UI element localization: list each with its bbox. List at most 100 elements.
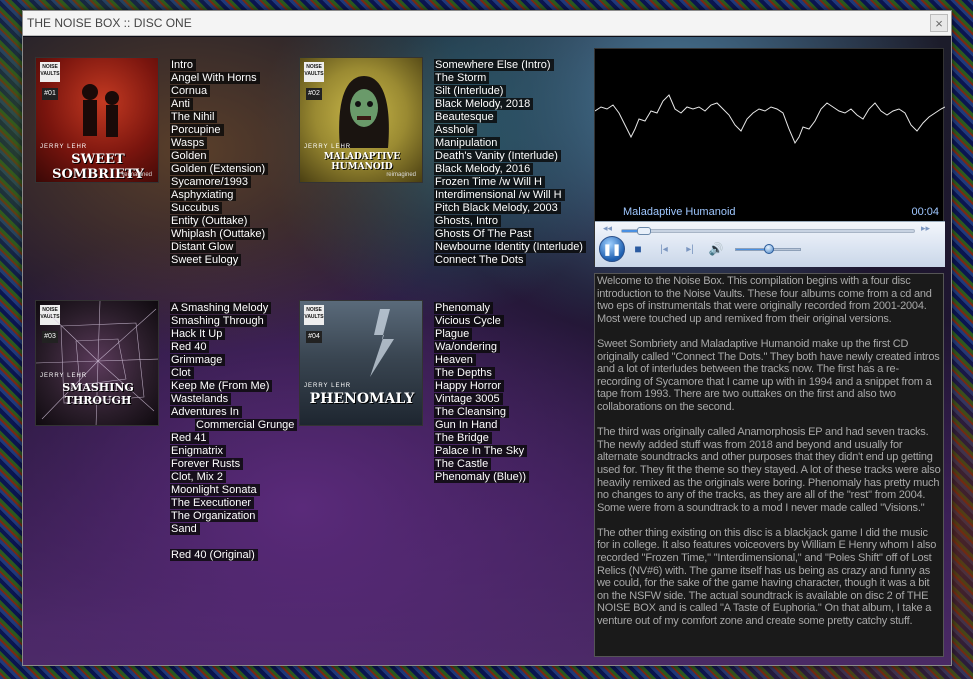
track-item[interactable]: Happy Horror	[434, 380, 529, 393]
album-cover-sweet-sombriety[interactable]: NOISE VAULTS #01 JERRY LEHR SWEET SOMBRI…	[35, 57, 159, 183]
track-title: Wa/ondering	[434, 341, 500, 353]
app-window: THE NOISE BOX :: DISC ONE × NOISE VAULTS…	[22, 10, 952, 666]
track-item[interactable]: Interdimensional /w Will H	[434, 189, 586, 202]
track-item[interactable]: Wastelands	[170, 393, 297, 406]
track-item[interactable]: Commercial Grunge	[170, 419, 298, 432]
track-item[interactable]: Distant Glow	[170, 241, 268, 254]
portrait-illustration	[339, 76, 389, 148]
track-item[interactable]: Porcupine	[170, 124, 268, 137]
seek-bar[interactable]	[621, 227, 915, 235]
volume-thumb[interactable]	[764, 244, 774, 254]
track-item[interactable]: Asphyxiating	[170, 189, 268, 202]
track-item[interactable]: Forever Rusts	[170, 458, 297, 471]
album-cover-smashing-through[interactable]: NOISE VAULTS #03 JERRY LEHR SMASHING THR…	[35, 300, 159, 426]
track-item[interactable]: Keep Me (From Me)	[170, 380, 297, 393]
track-item[interactable]: Succubus	[170, 202, 268, 215]
track-title: Keep Me (From Me)	[170, 380, 273, 392]
track-item[interactable]: Connect The Dots	[434, 254, 586, 267]
track-item[interactable]: Hack It Up	[170, 328, 297, 341]
track-title: Black Melody, 2018	[434, 98, 534, 110]
track-title: Succubus	[170, 202, 223, 214]
track-item[interactable]: Palace In The Sky	[434, 445, 529, 458]
track-item[interactable]: Phenomaly	[434, 302, 529, 315]
track-item[interactable]: Vintage 3005	[434, 393, 529, 406]
volume-slider[interactable]	[735, 244, 801, 254]
track-item[interactable]: Sycamore/1993	[170, 176, 268, 189]
track-item[interactable]: Sand	[170, 523, 297, 536]
track-item[interactable]: The Executioner	[170, 497, 297, 510]
album-number: #02	[306, 88, 322, 100]
track-item[interactable]: The Bridge	[434, 432, 529, 445]
track-title: Porcupine	[170, 124, 224, 136]
track-title: Ghosts Of The Past	[434, 228, 535, 240]
track-item[interactable]: Sweet Eulogy	[170, 254, 268, 267]
track-item[interactable]: Red 41	[170, 432, 297, 445]
track-item[interactable]: Gun In Hand	[434, 419, 529, 432]
track-title: The Organization	[170, 510, 259, 522]
track-item[interactable]: Angel With Horns	[170, 72, 268, 85]
track-item[interactable]: Golden	[170, 150, 268, 163]
track-item[interactable]: Red 40 (Original)	[170, 549, 297, 562]
close-button[interactable]: ×	[930, 14, 948, 32]
liner-notes[interactable]: Welcome to the Noise Box. This compilati…	[594, 273, 944, 657]
elapsed-time: 00:04	[911, 206, 939, 218]
album-cover-phenomaly[interactable]: NOISE VAULTS #04 JERRY LEHR PHENOMALY	[299, 300, 423, 426]
track-item[interactable]: Red 40	[170, 341, 297, 354]
track-item[interactable]: The Cleansing	[434, 406, 529, 419]
track-item[interactable]: Entity (Outtake)	[170, 215, 268, 228]
track-item[interactable]: Anti	[170, 98, 268, 111]
track-item[interactable]: Plague	[434, 328, 529, 341]
track-item[interactable]: Ghosts, Intro	[434, 215, 586, 228]
track-item[interactable]: Pitch Black Melody, 2003	[434, 202, 586, 215]
track-item[interactable]: Clot, Mix 2	[170, 471, 297, 484]
previous-icon[interactable]: |◂	[655, 240, 673, 258]
track-item[interactable]: The Castle	[434, 458, 529, 471]
track-item[interactable]: Phenomaly (Blue))	[434, 471, 530, 484]
rewind-small-icon[interactable]: ◂◂	[603, 223, 612, 234]
track-item[interactable]: Golden (Extension)	[170, 163, 269, 176]
volume-icon[interactable]: 🔊	[707, 240, 725, 258]
track-item[interactable]: The Organization	[170, 510, 297, 523]
track-title: Interdimensional /w Will H	[434, 189, 565, 201]
track-title: Ghosts, Intro	[434, 215, 501, 227]
album-cover-maladaptive-humanoid[interactable]: NOISE VAULTS #02 JERRY LEHR MALADAPTIVE …	[299, 57, 423, 183]
track-item[interactable]: Whiplash (Outtake)	[170, 228, 269, 241]
tracklist-maladaptive-humanoid: Somewhere Else (Intro) The Storm Silt (Int…	[434, 59, 586, 267]
track-title: Wastelands	[170, 393, 232, 405]
forward-small-icon[interactable]: ▸▸	[921, 223, 930, 234]
stop-icon[interactable]: ■	[629, 240, 647, 258]
track-item[interactable]: Silt (Interlude)	[434, 85, 586, 98]
track-item[interactable]: Vicious Cycle	[434, 315, 529, 328]
track-item[interactable]: Grimmage	[170, 354, 297, 367]
pause-icon[interactable]: ❚❚	[599, 236, 625, 262]
seek-thumb[interactable]	[636, 227, 651, 235]
track-item[interactable]: Frozen Time /w Will H	[434, 176, 586, 189]
track-item[interactable]: Intro	[170, 59, 268, 72]
track-item[interactable]: Wa/ondering	[434, 341, 529, 354]
track-item[interactable]: Heaven	[434, 354, 529, 367]
track-item[interactable]: Cornua	[170, 85, 268, 98]
track-item[interactable]: Wasps	[170, 137, 268, 150]
next-icon[interactable]: ▸|	[681, 240, 699, 258]
track-item[interactable]: The Storm	[434, 72, 586, 85]
track-item[interactable]: Beautesque	[434, 111, 586, 124]
track-item[interactable]: Ghosts Of The Past	[434, 228, 586, 241]
track-title: Heaven	[434, 354, 476, 366]
track-item[interactable]: Moonlight Sonata	[170, 484, 297, 497]
track-item[interactable]: Death's Vanity (Interlude)	[434, 150, 586, 163]
track-item[interactable]: The Depths	[434, 367, 529, 380]
track-item[interactable]: Adventures In	[170, 406, 297, 419]
track-item[interactable]: Black Melody, 2018	[434, 98, 586, 111]
track-item[interactable]: Clot	[170, 367, 297, 380]
track-item[interactable]: The Nihil	[170, 111, 268, 124]
track-item[interactable]: Enigmatrix	[170, 445, 297, 458]
track-item[interactable]: Somewhere Else (Intro)	[434, 59, 586, 72]
track-item[interactable]: Smashing Through	[170, 315, 297, 328]
track-item[interactable]: Asshole	[434, 124, 586, 137]
track-item[interactable]: Black Melody, 2016	[434, 163, 586, 176]
track-item[interactable]: A Smashing Melody	[170, 302, 297, 315]
track-item[interactable]: Newbourne Identity (Interlude)	[434, 241, 586, 254]
track-item[interactable]: Manipulation	[434, 137, 586, 150]
track-title: Wasps	[170, 137, 208, 149]
player-controls: ◂◂ ▸▸ ❚❚ ■ |◂ ▸| 🔊	[595, 221, 945, 267]
